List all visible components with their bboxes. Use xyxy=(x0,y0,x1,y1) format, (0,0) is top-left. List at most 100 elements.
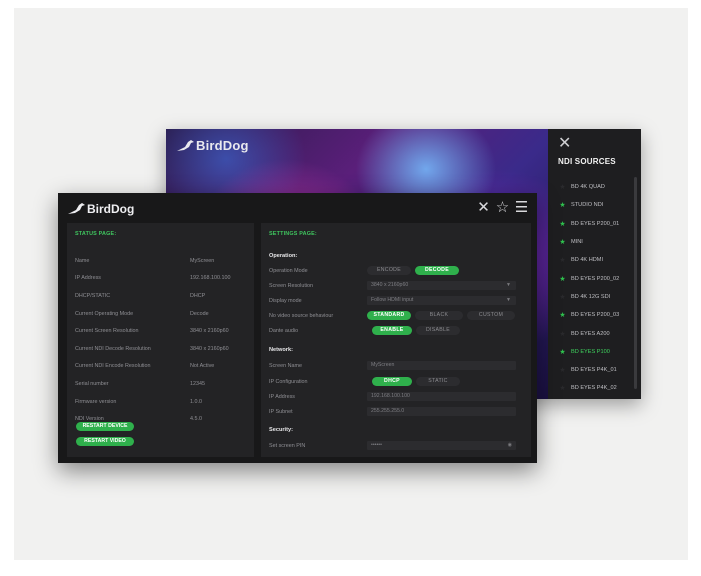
status-row: Current Screen Resolution 3840 x 2160p60 xyxy=(75,322,250,340)
eye-icon[interactable]: ◉ xyxy=(508,441,512,450)
dante-disable[interactable]: DISABLE xyxy=(416,326,460,335)
close-icon[interactable]: ✕ xyxy=(558,136,572,152)
operation-mode-decode[interactable]: DECODE xyxy=(415,266,459,275)
no-video-custom[interactable]: CUSTOM xyxy=(467,311,515,320)
status-key: Current NDI Decode Resolution xyxy=(75,345,151,352)
ndi-source-item[interactable]: ★ BD 4K HDMI xyxy=(558,251,638,269)
star-icon[interactable]: ★ xyxy=(558,330,567,338)
bird-icon xyxy=(68,203,85,214)
ndi-source-item[interactable]: ★ BD 4K 12G SDI xyxy=(558,288,638,306)
ip-configuration-label: IP Configuration xyxy=(269,379,308,385)
network-section-title: Network: xyxy=(269,347,293,353)
chevron-down-icon: ▼ xyxy=(506,297,511,303)
status-key: Name xyxy=(75,257,90,264)
status-key: Current Operating Mode xyxy=(75,310,134,317)
ndi-source-item[interactable]: ★ BD EYES P200_03 xyxy=(558,306,638,324)
display-mode-select[interactable]: Follow HDMI input ▼ xyxy=(367,296,516,305)
ndi-source-item[interactable]: ★ BD EYES P200_02 xyxy=(558,269,638,287)
bird-icon xyxy=(177,139,194,151)
ip-subnet-label: IP Subnet xyxy=(269,409,293,415)
ndi-source-label: BD EYES P100 xyxy=(571,348,610,355)
chevron-down-icon: ▼ xyxy=(506,282,511,288)
ndi-sources-list: ★ BD 4K QUAD ★ STUDIO NDI ★ BD EYES P200_01 ★ M… xyxy=(558,178,638,398)
dante-enable[interactable]: ENABLE xyxy=(372,326,412,335)
ndi-sources-panel: ✕ NDI SOURCES ★ BD 4K QUAD ★ STUDIO NDI ★ BD … xyxy=(548,129,641,399)
security-section-title: Security: xyxy=(269,427,293,433)
status-value: MyScreen xyxy=(190,257,215,264)
status-row: Current NDI Encode Resolution Not Active xyxy=(75,358,250,376)
status-row: Current Operating Mode Decode xyxy=(75,305,250,323)
star-icon[interactable]: ★ xyxy=(558,293,567,301)
display-mode-value: Follow HDMI input xyxy=(371,297,414,303)
operation-mode-encode[interactable]: ENCODE xyxy=(367,266,411,275)
ndi-source-label: BD EYES P200_02 xyxy=(571,275,620,282)
status-title: STATUS PAGE: xyxy=(75,231,117,237)
operation-mode-label: Operation Mode xyxy=(269,268,308,274)
settings-title: SETTINGS PAGE: xyxy=(269,231,317,237)
star-icon[interactable]: ☆ xyxy=(495,200,510,215)
status-key: Firmware version xyxy=(75,398,117,405)
ndi-source-label: BD EYES P4K_02 xyxy=(571,385,617,392)
status-key: IP Address xyxy=(75,275,101,282)
star-icon[interactable]: ★ xyxy=(558,384,567,392)
screen-resolution-select[interactable]: 3840 x 2160p60 ▼ xyxy=(367,281,516,290)
ndi-source-item[interactable]: ★ BD EYES P100 xyxy=(558,343,638,361)
screen-resolution-value: 3840 x 2160p60 xyxy=(371,282,409,288)
birddog-logo: BirdDog xyxy=(176,138,249,153)
status-value: 3840 x 2160p60 xyxy=(190,345,229,352)
ip-address-input[interactable]: 192.168.100.100 xyxy=(367,392,516,401)
screen-pin-value: •••••• xyxy=(371,442,382,448)
status-value: 1.0.0 xyxy=(190,398,202,405)
star-icon[interactable]: ★ xyxy=(558,220,567,228)
settings-panel: SETTINGS PAGE: Operation: Operation Mode… xyxy=(261,223,531,457)
ndi-source-label: BD EYES P4K_01 xyxy=(571,367,617,374)
screen-name-input[interactable]: MyScreen xyxy=(367,361,516,370)
status-rows: Name MyScreen IP Address 192.168.100.100 DHC… xyxy=(75,252,250,428)
ip-config-static[interactable]: STATIC xyxy=(416,377,460,386)
window-header: BirdDog ✕ ☆ ☰ xyxy=(58,193,537,223)
ip-subnet-input[interactable]: 255.255.255.0 xyxy=(367,407,516,416)
restart-video-button[interactable]: RESTART VIDEO xyxy=(76,437,134,446)
restart-device-button[interactable]: RESTART DEVICE xyxy=(76,422,134,431)
screen-pin-input[interactable]: •••••• ◉ xyxy=(367,441,516,450)
ndi-source-item[interactable]: ★ MINI xyxy=(558,233,638,251)
logo-text: BirdDog xyxy=(196,138,249,153)
no-video-behaviour-label: No video source behaviour xyxy=(269,313,334,319)
star-icon[interactable]: ★ xyxy=(558,256,567,264)
settings-window: BirdDog ✕ ☆ ☰ STATUS PAGE: Name MyScreen I… xyxy=(58,193,537,463)
ndi-source-item[interactable]: ★ BD EYES P4K_02 xyxy=(558,379,638,397)
star-icon[interactable]: ★ xyxy=(558,311,567,319)
status-row: Name MyScreen xyxy=(75,252,250,270)
ndi-source-item[interactable]: ★ BD EYES P4K_01 xyxy=(558,361,638,379)
ndi-source-label: BD 4K QUAD xyxy=(571,184,605,191)
no-video-black[interactable]: BLACK xyxy=(415,311,463,320)
status-row: Current NDI Decode Resolution 3840 x 2160… xyxy=(75,340,250,358)
ndi-source-item[interactable]: ★ BD EYES P200_01 xyxy=(558,215,638,233)
close-icon[interactable]: ✕ xyxy=(476,200,491,215)
status-row: DHCP/STATIC DHCP xyxy=(75,287,250,305)
status-value: Not Active xyxy=(190,363,215,370)
status-row: Firmware version 1.0.0 xyxy=(75,393,250,411)
status-value: 192.168.100.100 xyxy=(190,275,231,282)
star-icon[interactable]: ★ xyxy=(558,183,567,191)
no-video-standard[interactable]: STANDARD xyxy=(367,311,411,320)
status-row: Serial number 12345 xyxy=(75,375,250,393)
ndi-source-item[interactable]: ★ BD EYES A200 xyxy=(558,324,638,342)
screen-resolution-label: Screen Resolution xyxy=(269,283,314,289)
ndi-source-label: STUDIO NDI xyxy=(571,202,604,209)
star-icon[interactable]: ★ xyxy=(558,275,567,283)
sources-scrollbar[interactable] xyxy=(634,177,637,389)
screen-pin-label: Set screen PIN xyxy=(269,443,306,449)
status-value: 4.5.0 xyxy=(190,416,202,423)
dante-audio-label: Dante audio xyxy=(269,328,299,334)
menu-icon[interactable]: ☰ xyxy=(514,200,529,215)
ip-config-dhcp[interactable]: DHCP xyxy=(372,377,412,386)
star-icon[interactable]: ★ xyxy=(558,238,567,246)
ndi-source-item[interactable]: ★ STUDIO NDI xyxy=(558,196,638,214)
star-icon[interactable]: ★ xyxy=(558,201,567,209)
ndi-source-label: BD EYES A200 xyxy=(571,330,610,337)
star-icon[interactable]: ★ xyxy=(558,348,567,356)
status-value: 3840 x 2160p60 xyxy=(190,328,229,335)
star-icon[interactable]: ★ xyxy=(558,366,567,374)
ndi-source-item[interactable]: ★ BD 4K QUAD xyxy=(558,178,638,196)
